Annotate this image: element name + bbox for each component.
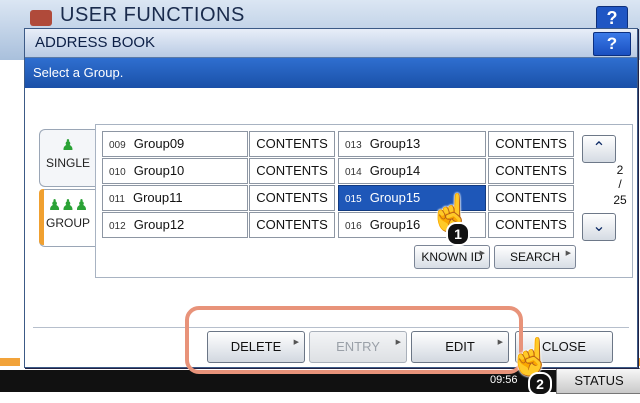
group-number: 012 [109, 221, 126, 232]
tab-single-label: SINGLE [45, 156, 90, 170]
group-name: Group16 [369, 217, 421, 232]
group-name: Group15 [369, 190, 421, 205]
page-separator: / [618, 177, 622, 191]
background-help-button[interactable]: ? [596, 6, 628, 30]
group-name: Group09 [133, 136, 185, 151]
group-item[interactable]: 013 Group13 [338, 131, 486, 157]
group-number: 014 [345, 167, 362, 178]
group-name: Group10 [133, 163, 185, 178]
background-title: USER FUNCTIONS [60, 4, 245, 26]
group-number: 013 [345, 140, 362, 151]
known-id-label: KNOWN ID [421, 250, 483, 264]
group-item[interactable]: 012 Group12 [102, 212, 248, 238]
pointing-hand-icon: ☝ [508, 336, 553, 377]
contents-button[interactable]: CONTENTS [488, 212, 574, 238]
contents-button[interactable]: CONTENTS [249, 131, 335, 157]
dialog-help-button[interactable]: ? [593, 32, 631, 56]
scroll-down-button[interactable]: ⌄ [582, 213, 616, 241]
contents-button[interactable]: CONTENTS [249, 185, 335, 211]
group-item[interactable]: 014 Group14 [338, 158, 486, 184]
highlight-annotation [185, 306, 523, 374]
group-name: Group13 [369, 136, 421, 151]
dialog-title: ADDRESS BOOK [35, 34, 156, 51]
group-number: 010 [109, 167, 126, 178]
user-functions-icon [30, 10, 52, 26]
contents-button[interactable]: CONTENTS [249, 158, 335, 184]
person-icon: ♟ [61, 137, 75, 154]
message-bar: Select a Group. [25, 58, 637, 88]
triangle-icon: ▶ [565, 250, 571, 257]
group-number: 009 [109, 140, 126, 151]
dialog-title-bar: ADDRESS BOOK ? [25, 29, 637, 58]
step-2-badge: 2 [528, 372, 552, 396]
contents-button[interactable]: CONTENTS [488, 185, 574, 211]
group-name: Group11 [132, 190, 183, 205]
status-button[interactable]: STATUS [556, 368, 640, 394]
group-list-panel: 009 Group09 010 Group10 011 Group11 012 Grou… [95, 124, 633, 278]
group-item[interactable]: 010 Group10 [102, 158, 248, 184]
chevron-down-icon: ⌄ [592, 218, 606, 235]
group-item[interactable]: 009 Group09 [102, 131, 248, 157]
contents-button[interactable]: CONTENTS [488, 158, 574, 184]
group-icon: ♟♟♟ [47, 197, 89, 214]
background-accent-left [0, 358, 20, 366]
search-label: SEARCH [509, 250, 560, 264]
contents-button[interactable]: CONTENTS [249, 212, 335, 238]
page-current: 2 [616, 163, 624, 177]
group-number: 011 [109, 194, 125, 205]
page-total: 25 [613, 193, 627, 207]
message-text: Select a Group. [33, 65, 124, 80]
group-name: Group14 [369, 163, 421, 178]
known-id-button[interactable]: KNOWN ID ▶ [414, 245, 490, 269]
tab-group-label: GROUP [45, 216, 90, 230]
chevron-up-icon: ⌃ [592, 140, 606, 157]
tab-group[interactable]: ♟♟♟ GROUP [39, 189, 96, 247]
tab-single[interactable]: ♟ SINGLE [39, 129, 96, 187]
tab-group-selected-indicator [39, 189, 44, 245]
search-button[interactable]: SEARCH ▶ [494, 245, 576, 269]
step-1-badge: 1 [446, 222, 470, 246]
group-item[interactable]: 011 Group11 [102, 185, 248, 211]
group-number: 015 [345, 194, 362, 205]
scroll-up-button[interactable]: ⌃ [582, 135, 616, 163]
group-number: 016 [345, 221, 362, 232]
group-name: Group12 [133, 217, 185, 232]
triangle-icon: ▶ [479, 250, 485, 257]
contents-button[interactable]: CONTENTS [488, 131, 574, 157]
